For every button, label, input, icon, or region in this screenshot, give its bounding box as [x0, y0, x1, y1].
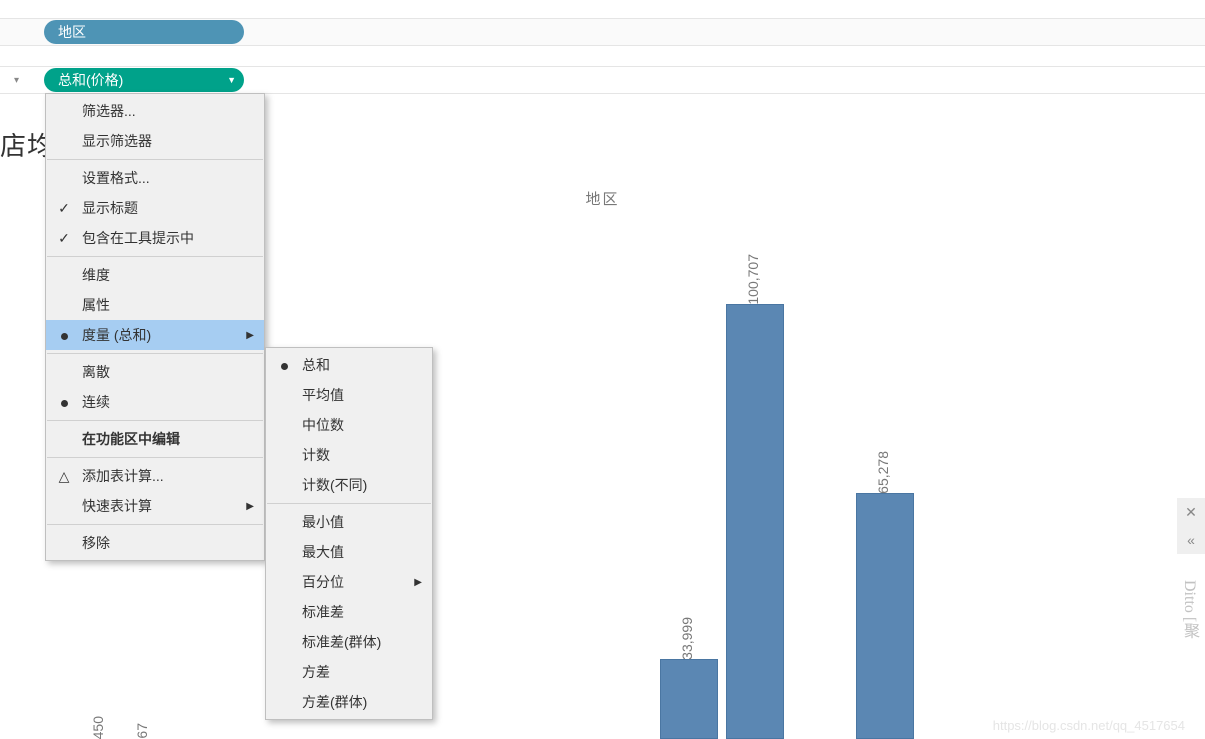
ditto-watermark: Ditto [聚 [1177, 580, 1201, 638]
check-icon [54, 200, 74, 217]
submenu-avg[interactable]: 平均值 [266, 380, 432, 410]
measure-pill[interactable]: 总和(价格) ▼ [44, 68, 244, 92]
submenu-varp[interactable]: 方差(群体) [266, 687, 432, 717]
submenu-countd[interactable]: 计数(不同) [266, 470, 432, 500]
menu-format[interactable]: 设置格式... [46, 163, 264, 193]
columns-shelf[interactable]: 地区 [0, 18, 1205, 46]
dimension-pill[interactable]: 地区 [44, 20, 244, 44]
submenu-percentile[interactable]: 百分位▶ [266, 567, 432, 597]
submenu-caret-icon: ▶ [246, 330, 254, 341]
collapse-panel-button[interactable]: « [1177, 526, 1205, 554]
measure-aggregation-submenu: 总和 平均值 中位数 计数 计数(不同) 最小值 最大值 百分位▶ 标准差 标准… [265, 347, 433, 720]
menu-show-header[interactable]: 显示标题 [46, 193, 264, 223]
bar-65278[interactable]: 65,278 [856, 493, 914, 739]
bar-label-100707: 100,707 [745, 248, 761, 305]
submenu-sum[interactable]: 总和 [266, 350, 432, 380]
menu-dimension[interactable]: 维度 [46, 260, 264, 290]
rows-shelf[interactable]: ▾ 总和(价格) ▼ [0, 66, 1205, 94]
dot-icon [54, 327, 74, 343]
menu-separator [47, 420, 263, 421]
menu-discrete[interactable]: 离散 [46, 357, 264, 387]
menu-filter[interactable]: 筛选器... [46, 96, 264, 126]
bar-label-partial-1: 450 [90, 716, 106, 739]
submenu-min[interactable]: 最小值 [266, 507, 432, 537]
submenu-var[interactable]: 方差 [266, 657, 432, 687]
submenu-count[interactable]: 计数 [266, 440, 432, 470]
submenu-caret-icon: ▶ [414, 577, 422, 588]
menu-attribute[interactable]: 属性 [46, 290, 264, 320]
menu-edit-in-shelf[interactable]: 在功能区中编辑 [46, 424, 264, 454]
menu-separator [47, 457, 263, 458]
menu-continuous[interactable]: 连续 [46, 387, 264, 417]
menu-separator [47, 524, 263, 525]
measure-pill-label: 总和(价格) [58, 70, 123, 90]
bar-100707[interactable]: 100,707 [726, 304, 784, 739]
bar-label-33999: 33,999 [679, 611, 695, 660]
menu-include-tooltip[interactable]: 包含在工具提示中 [46, 223, 264, 253]
menu-separator [47, 256, 263, 257]
check-icon [54, 230, 74, 247]
menu-remove[interactable]: 移除 [46, 528, 264, 558]
shelf-collapse-icon[interactable]: ▾ [14, 75, 19, 86]
menu-quick-table-calc[interactable]: 快速表计算▶ [46, 491, 264, 521]
menu-separator [47, 353, 263, 354]
dot-icon [54, 394, 74, 410]
measure-context-menu: 筛选器... 显示筛选器 设置格式... 显示标题 包含在工具提示中 维度 属性… [45, 93, 265, 561]
menu-show-filter[interactable]: 显示筛选器 [46, 126, 264, 156]
chevron-down-icon: ▼ [227, 75, 236, 85]
submenu-stdevp[interactable]: 标准差(群体) [266, 627, 432, 657]
csdn-watermark: https://blog.csdn.net/qq_4517654 [993, 718, 1185, 733]
close-panel-button[interactable]: ✕ [1177, 498, 1205, 526]
bar-label-partial-2: 67 [134, 723, 150, 739]
menu-separator [47, 159, 263, 160]
dimension-pill-label: 地区 [58, 22, 86, 42]
menu-measure[interactable]: 度量 (总和) ▶ [46, 320, 264, 350]
menu-add-table-calc[interactable]: △添加表计算... [46, 461, 264, 491]
submenu-caret-icon: ▶ [246, 501, 254, 512]
dot-icon [274, 357, 294, 373]
submenu-stdev[interactable]: 标准差 [266, 597, 432, 627]
submenu-median[interactable]: 中位数 [266, 410, 432, 440]
side-panel-buttons: ✕ « [1177, 498, 1205, 554]
delta-icon: △ [54, 468, 74, 485]
bar-33999[interactable]: 33,999 [660, 659, 718, 739]
bar-label-65278: 65,278 [875, 445, 891, 494]
menu-separator [267, 503, 431, 504]
submenu-max[interactable]: 最大值 [266, 537, 432, 567]
